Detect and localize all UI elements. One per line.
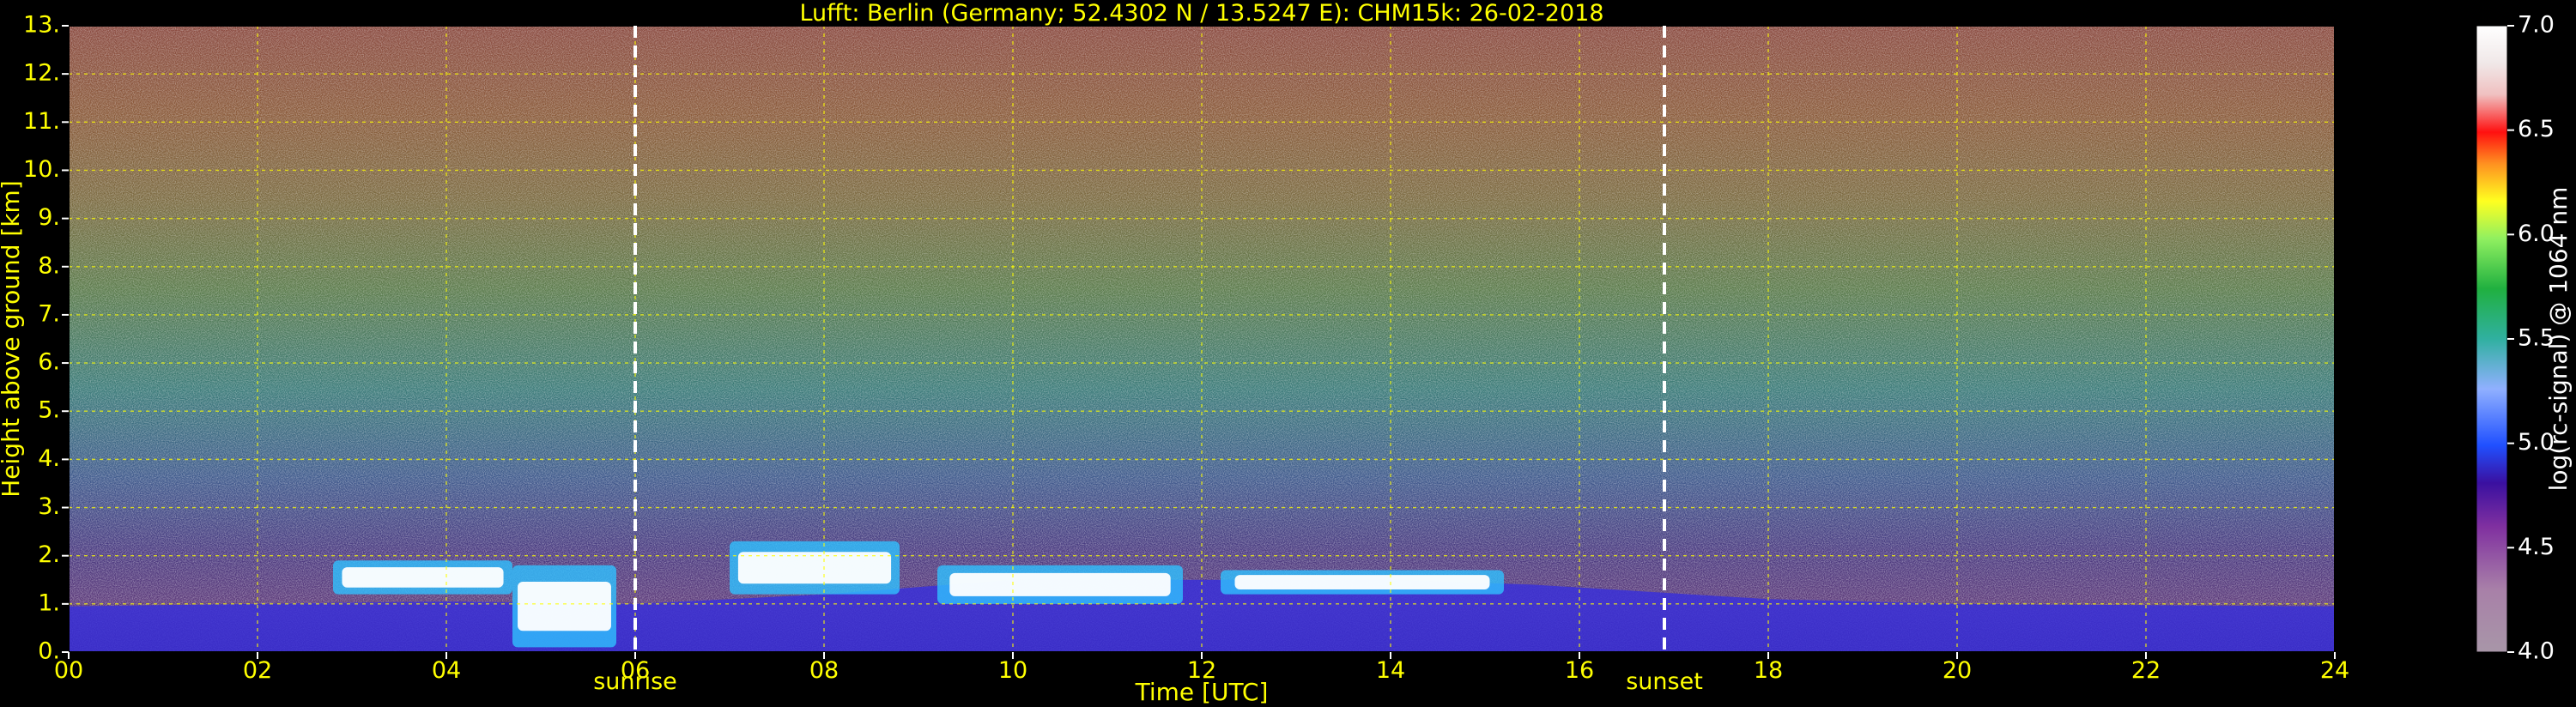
y-tick-label: 9. — [38, 204, 60, 231]
cloud-layer-core — [949, 572, 1171, 596]
y-tick-label: 3. — [38, 493, 60, 520]
y-tick-label: 12. — [23, 60, 60, 87]
y-tick-label: 10. — [23, 156, 60, 183]
x-tick-label: 00 — [54, 657, 83, 684]
y-tick-label: 5. — [38, 397, 60, 424]
colorbar-label: log(rc-signal) @ 1064 nm — [2544, 187, 2573, 492]
chart-title: Lufft: Berlin (Germany; 52.4302 N / 13.5… — [799, 0, 1603, 27]
cloud-layer-core — [1234, 575, 1490, 589]
y-tick-label: 2. — [38, 541, 60, 568]
x-tick-label: 24 — [2320, 657, 2349, 684]
y-tick-label: 13. — [23, 12, 60, 39]
y-tick-label: 11. — [23, 108, 60, 135]
x-axis-label: Time [UTC] — [1135, 678, 1269, 706]
x-tick-label: 18 — [1754, 657, 1783, 684]
x-tick-label: 16 — [1565, 657, 1594, 684]
y-axis-label: Height above ground [km] — [0, 180, 25, 498]
cloud-layer-core — [342, 567, 504, 588]
y-axis-ticks: 0.1.2.3.4.5.6.7.8.9.10.11.12.13. — [23, 12, 69, 665]
sunset-label: sunset — [1626, 668, 1703, 695]
colorbar-tick-label: 6.5 — [2518, 116, 2555, 142]
x-tick-label: 22 — [2131, 657, 2161, 684]
x-tick-label: 20 — [1943, 657, 1972, 684]
x-tick-label: 10 — [998, 657, 1027, 684]
cloud-layer-core — [737, 552, 892, 584]
ceilometer-chart: 0.1.2.3.4.5.6.7.8.9.10.11.12.13. 00 02 04 0… — [0, 0, 2573, 706]
cloud-layer-core — [518, 582, 611, 631]
colorbar-tick-label: 4.0 — [2518, 638, 2555, 665]
y-tick-label: 1. — [38, 589, 60, 616]
y-tick-label: 4. — [38, 445, 60, 472]
sunrise-label: sunrise — [593, 668, 677, 695]
x-tick-label: 08 — [809, 657, 839, 684]
x-tick-label: 02 — [243, 657, 272, 684]
colorbar-tick-label: 7.0 — [2518, 12, 2555, 39]
y-tick-label: 8. — [38, 252, 60, 279]
colorbar-tick-label: 4.5 — [2518, 534, 2555, 560]
x-tick-label: 04 — [432, 657, 461, 684]
x-tick-label: 14 — [1376, 657, 1405, 684]
colorbar — [2476, 25, 2508, 653]
y-tick-label: 7. — [38, 300, 60, 327]
y-tick-label: 6. — [38, 349, 60, 376]
